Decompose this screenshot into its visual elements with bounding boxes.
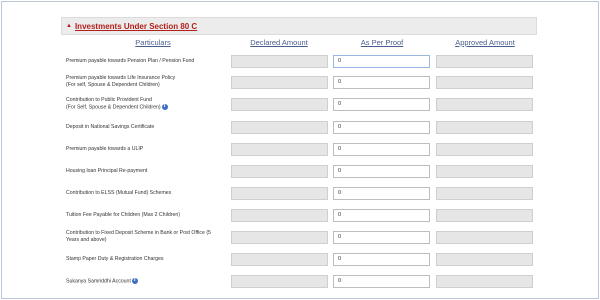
row-label-line1: Deposit in National Savings Certificate xyxy=(66,124,155,130)
as-per-proof-input[interactable]: 0 xyxy=(333,143,430,156)
caret-up-icon: ▲ xyxy=(66,23,72,29)
declared-amount-field xyxy=(231,231,328,244)
approved-amount-field xyxy=(436,98,533,111)
form-row: Premium payable towards Pension Plan / P… xyxy=(2,54,598,74)
page-frame: ▲ Investments Under Section 80 C Particu… xyxy=(1,1,599,299)
declared-amount-field xyxy=(231,209,328,222)
declared-amount-field xyxy=(231,121,328,134)
row-label-line1: Sukanya Samriddhi Account xyxy=(66,278,131,285)
approved-amount-field xyxy=(436,143,533,156)
row-label: Deposit in National Savings Certificate xyxy=(66,124,228,131)
declared-amount-field xyxy=(231,143,328,156)
form-row: Sukanya Samriddhi Account i 0 xyxy=(2,274,598,294)
declared-amount-field xyxy=(231,187,328,200)
column-header-particulars: Particulars xyxy=(135,38,171,47)
form-row: Premium payable towards a ULIP 0 xyxy=(2,142,598,162)
row-label-line1: Stamp Paper Duty & Registration Charges xyxy=(66,256,164,262)
row-label-line1: Contribution to ELSS (Mutual Fund) Schem… xyxy=(66,190,172,196)
row-label: Contribution to Fixed Deposit Scheme in … xyxy=(66,230,228,243)
row-label: Tuition Fee Payable for Children (Max 2 … xyxy=(66,212,228,219)
as-per-proof-input[interactable]: 0 xyxy=(333,55,430,68)
form-row: Deposit in National Savings Certificate 0 xyxy=(2,120,598,140)
form-row: Contribution to ELSS (Mutual Fund) Schem… xyxy=(2,186,598,206)
approved-amount-field xyxy=(436,165,533,178)
approved-amount-field xyxy=(436,275,533,288)
row-label: Sukanya Samriddhi Account i xyxy=(66,278,228,285)
column-header-declared-amount: Declared Amount xyxy=(250,38,308,47)
form-row: Contribution to Public Provident Fund (Fo… xyxy=(2,97,598,117)
row-label-line1: Premium payable towards Life Insurance P… xyxy=(66,75,176,81)
column-header-approved-amount: Approved Amount xyxy=(455,38,515,47)
row-label-line1: Contribution to Public Provident Fund xyxy=(66,97,152,103)
section-title: Investments Under Section 80 C xyxy=(74,21,198,31)
form-row: Housing loan Principal Re-payment 0 xyxy=(2,164,598,184)
declared-amount-field xyxy=(231,98,328,111)
row-label-line1: Premium payable towards Pension Plan / P… xyxy=(66,58,195,64)
declared-amount-field xyxy=(231,275,328,288)
approved-amount-field xyxy=(436,253,533,266)
row-label-line1: Housing loan Principal Re-payment xyxy=(66,168,148,174)
section-header-investments-80c[interactable]: ▲ Investments Under Section 80 C xyxy=(61,17,537,35)
row-label: Premium payable towards Life Insurance P… xyxy=(66,75,228,88)
as-per-proof-input[interactable]: 0 xyxy=(333,165,430,178)
as-per-proof-input[interactable]: 0 xyxy=(333,253,430,266)
row-label: Housing loan Principal Re-payment xyxy=(66,168,228,175)
as-per-proof-input[interactable]: 0 xyxy=(333,209,430,222)
row-label: Premium payable towards Pension Plan / P… xyxy=(66,58,228,65)
form-row: Premium payable towards Life Insurance P… xyxy=(2,75,598,95)
declared-amount-field xyxy=(231,76,328,89)
as-per-proof-input[interactable]: 0 xyxy=(333,121,430,134)
column-header-as-per-proof: As Per Proof xyxy=(360,38,404,47)
row-label-line2: (For self, Spouse & Dependent Children) xyxy=(66,81,160,88)
as-per-proof-input[interactable]: 0 xyxy=(333,187,430,200)
declared-amount-field xyxy=(231,55,328,68)
approved-amount-field xyxy=(436,76,533,89)
form-row: Stamp Paper Duty & Registration Charges 0 xyxy=(2,252,598,272)
as-per-proof-input[interactable]: 0 xyxy=(333,76,430,89)
row-label-line2: (For Self, Spouse & Dependent Children) xyxy=(66,103,161,110)
approved-amount-field xyxy=(436,55,533,68)
declared-amount-field xyxy=(231,165,328,178)
info-icon[interactable]: i xyxy=(161,103,168,110)
declared-amount-field xyxy=(231,253,328,266)
row-label: Contribution to Public Provident Fund (Fo… xyxy=(66,97,228,111)
row-label: Premium payable towards a ULIP xyxy=(66,146,228,153)
approved-amount-field xyxy=(436,209,533,222)
info-icon[interactable]: i xyxy=(131,278,138,284)
approved-amount-field xyxy=(436,121,533,134)
row-label-line2: Years and above) xyxy=(66,236,107,243)
row-label-line1: Contribution to Fixed Deposit Scheme in … xyxy=(66,230,211,236)
row-label-line1: Premium payable towards a ULIP xyxy=(66,146,144,152)
approved-amount-field xyxy=(436,231,533,244)
row-label: Contribution to ELSS (Mutual Fund) Schem… xyxy=(66,190,228,197)
row-label: Stamp Paper Duty & Registration Charges xyxy=(66,256,228,263)
as-per-proof-input[interactable]: 0 xyxy=(333,231,430,244)
approved-amount-field xyxy=(436,187,533,200)
row-label-line1: Tuition Fee Payable for Children (Max 2 … xyxy=(66,212,180,218)
as-per-proof-input[interactable]: 0 xyxy=(333,98,430,111)
as-per-proof-input[interactable]: 0 xyxy=(333,275,430,288)
form-row: Contribution to Fixed Deposit Scheme in … xyxy=(2,230,598,250)
form-row: Tuition Fee Payable for Children (Max 2 … xyxy=(2,208,598,228)
